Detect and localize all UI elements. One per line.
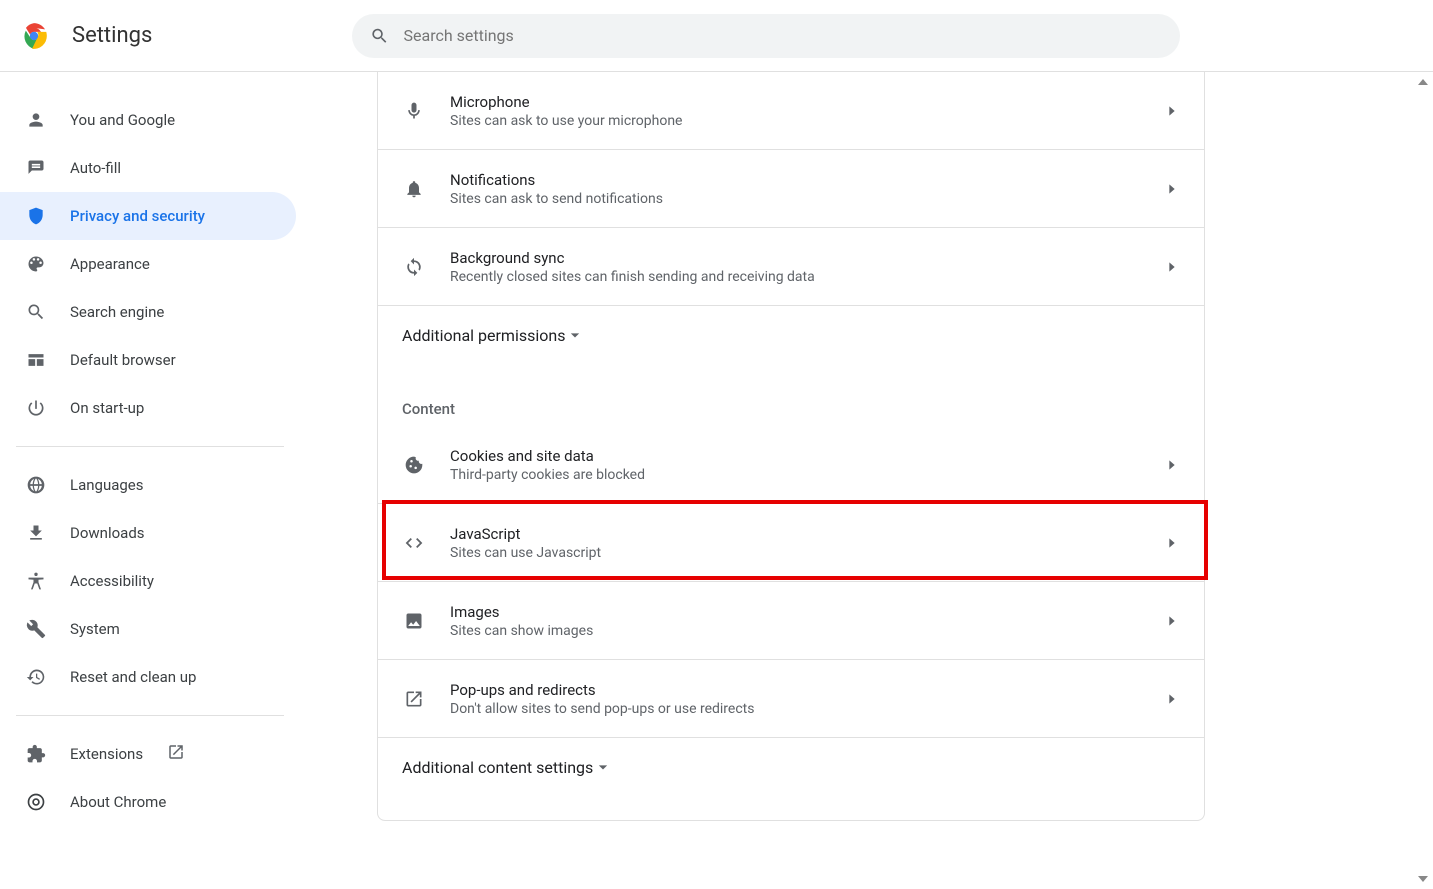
search-input[interactable] [404, 26, 1163, 45]
content-title: JavaScript [450, 525, 1164, 543]
sidebar-item-search-engine[interactable]: Search engine [0, 288, 296, 336]
accessibility-icon [26, 571, 46, 591]
chevron-down-icon [565, 325, 585, 345]
globe-icon [26, 475, 46, 495]
sidebar-item-label: Appearance [70, 255, 150, 273]
sidebar: You and Google Auto-fill Privacy and secur… [0, 72, 300, 889]
sidebar-divider [16, 715, 284, 716]
bell-icon [404, 179, 424, 199]
sidebar-item-label: Languages [70, 476, 144, 494]
arrow-right-icon [1164, 535, 1180, 551]
mic-icon [404, 101, 424, 121]
sidebar-item-about[interactable]: About Chrome [0, 778, 296, 826]
sidebar-item-languages[interactable]: Languages [0, 461, 296, 509]
person-icon [26, 110, 46, 130]
chrome-icon [26, 792, 46, 812]
additional-permissions-expand[interactable]: Additional permissions [378, 306, 1204, 364]
permission-subtitle: Sites can ask to send notifications [450, 191, 1164, 207]
sidebar-item-label: Accessibility [70, 572, 154, 590]
sidebar-item-default-browser[interactable]: Default browser [0, 336, 296, 384]
sidebar-item-label: You and Google [70, 111, 175, 129]
main-content: Microphone Sites can ask to use your micr… [300, 72, 1433, 889]
permission-row-microphone[interactable]: Microphone Sites can ask to use your micr… [378, 72, 1204, 150]
settings-card: Microphone Sites can ask to use your micr… [377, 72, 1205, 821]
permission-title: Notifications [450, 171, 1164, 189]
autofill-icon [26, 158, 46, 178]
arrow-right-icon [1164, 457, 1180, 473]
arrow-right-icon [1164, 103, 1180, 119]
cookie-icon [404, 455, 424, 475]
permission-subtitle: Recently closed sites can finish sending… [450, 269, 1164, 285]
sidebar-item-label: Extensions [70, 745, 143, 763]
content-title: Images [450, 603, 1164, 621]
header: Settings [0, 0, 1433, 72]
arrow-right-icon [1164, 613, 1180, 629]
extension-icon [26, 744, 46, 764]
sidebar-item-system[interactable]: System [0, 605, 296, 653]
download-icon [26, 523, 46, 543]
sidebar-item-label: About Chrome [70, 793, 166, 811]
sidebar-item-privacy-security[interactable]: Privacy and security [0, 192, 296, 240]
additional-content-expand[interactable]: Additional content settings [378, 738, 1204, 796]
content-title: Cookies and site data [450, 447, 1164, 465]
sidebar-item-label: Reset and clean up [70, 668, 196, 686]
additional-permissions-label: Additional permissions [402, 326, 565, 345]
sidebar-item-extensions[interactable]: Extensions [0, 730, 296, 778]
scroll-down-indicator[interactable] [1415, 871, 1431, 887]
sidebar-item-label: Auto-fill [70, 159, 121, 177]
arrow-right-icon [1164, 259, 1180, 275]
sidebar-item-on-startup[interactable]: On start-up [0, 384, 296, 432]
arrow-right-icon [1164, 691, 1180, 707]
sidebar-item-label: Privacy and security [70, 207, 205, 225]
sidebar-item-accessibility[interactable]: Accessibility [0, 557, 296, 605]
permission-row-background-sync[interactable]: Background sync Recently closed sites can… [378, 228, 1204, 306]
content-subtitle: Don't allow sites to send pop-ups or use… [450, 701, 1164, 717]
sidebar-item-label: Default browser [70, 351, 176, 369]
external-link-icon [167, 743, 185, 761]
sidebar-item-appearance[interactable]: Appearance [0, 240, 296, 288]
content-row-images[interactable]: Images Sites can show images [378, 582, 1204, 660]
sidebar-item-label: Search engine [70, 303, 164, 321]
content-section-label: Content [378, 364, 1204, 426]
sidebar-item-label: System [70, 620, 120, 638]
browser-icon [26, 350, 46, 370]
palette-icon [26, 254, 46, 274]
sidebar-item-you-and-google[interactable]: You and Google [0, 96, 296, 144]
popup-icon [404, 689, 424, 709]
shield-icon [26, 206, 46, 226]
sidebar-item-autofill[interactable]: Auto-fill [0, 144, 296, 192]
sidebar-item-reset[interactable]: Reset and clean up [0, 653, 296, 701]
content-subtitle: Third-party cookies are blocked [450, 467, 1164, 483]
sidebar-item-label: On start-up [70, 399, 144, 417]
content-subtitle: Sites can use Javascript [450, 545, 1164, 561]
sidebar-divider [16, 446, 284, 447]
content-row-popups[interactable]: Pop-ups and redirects Don't allow sites t… [378, 660, 1204, 738]
sidebar-item-downloads[interactable]: Downloads [0, 509, 296, 557]
content-row-javascript[interactable]: JavaScript Sites can use Javascript [378, 504, 1204, 582]
power-icon [26, 398, 46, 418]
page-title: Settings [72, 23, 152, 48]
permission-row-notifications[interactable]: Notifications Sites can ask to send notif… [378, 150, 1204, 228]
additional-content-label: Additional content settings [402, 758, 593, 777]
arrow-right-icon [1164, 181, 1180, 197]
wrench-icon [26, 619, 46, 639]
sidebar-item-label: Downloads [70, 524, 145, 542]
search-icon [26, 302, 46, 322]
content-subtitle: Sites can show images [450, 623, 1164, 639]
content-row-cookies[interactable]: Cookies and site data Third-party cookies… [378, 426, 1204, 504]
search-icon [370, 26, 389, 46]
code-icon [404, 533, 424, 553]
chrome-logo-icon [20, 22, 48, 50]
content-title: Pop-ups and redirects [450, 681, 1164, 699]
permission-title: Background sync [450, 249, 1164, 267]
chevron-down-icon [593, 757, 613, 777]
search-box[interactable] [352, 14, 1180, 58]
permission-subtitle: Sites can ask to use your microphone [450, 113, 1164, 129]
sync-icon [404, 257, 424, 277]
permission-title: Microphone [450, 93, 1164, 111]
image-icon [404, 611, 424, 631]
scroll-up-indicator[interactable] [1415, 74, 1431, 90]
restore-icon [26, 667, 46, 687]
